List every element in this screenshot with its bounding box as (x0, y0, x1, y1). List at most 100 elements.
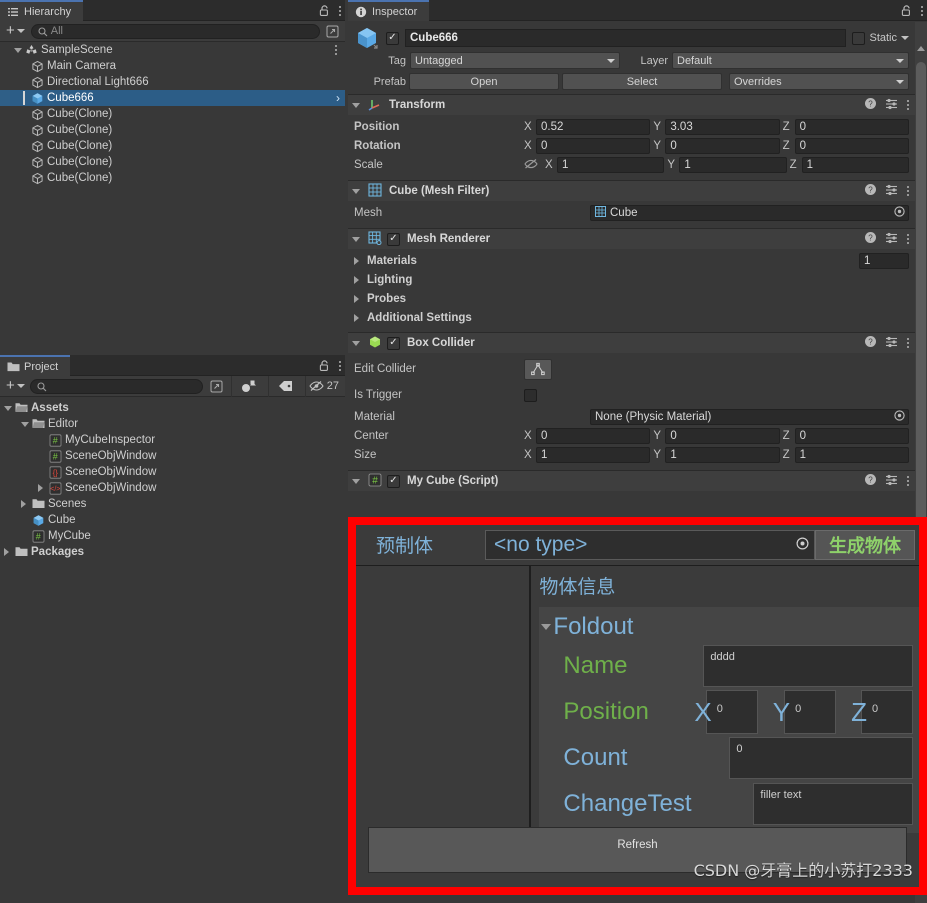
collapse-triangle-icon[interactable] (4, 405, 12, 411)
project-item-packages[interactable]: Packages (0, 544, 345, 560)
project-search-input[interactable] (29, 378, 203, 394)
preset-icon[interactable] (885, 231, 898, 247)
scale-x-field[interactable]: 1 (557, 157, 665, 173)
lock-icon[interactable] (319, 4, 330, 17)
hierarchy-item-directional-light666[interactable]: Directional Light666 (0, 74, 345, 90)
custom-editor-left-pane[interactable] (356, 566, 532, 838)
position-z-field[interactable]: 0 (794, 119, 909, 135)
component-header[interactable]: # ✓ My Cube (Script) ? (348, 471, 915, 491)
component-header[interactable]: ✓ Mesh Renderer ? (348, 229, 915, 249)
project-item-sceneobjwindow[interactable]: </> SceneObjWindow (0, 480, 345, 496)
collapse-triangle-icon[interactable] (352, 478, 360, 484)
size-y-field[interactable]: 1 (665, 447, 780, 463)
foldout-row[interactable]: Foldout (541, 611, 913, 643)
prefab-overrides-dropdown[interactable]: Overrides (729, 73, 909, 90)
constrain-proportions-icon[interactable] (524, 158, 538, 173)
expand-triangle-icon[interactable] (38, 484, 43, 492)
collapse-triangle-icon[interactable] (14, 47, 22, 53)
probes-foldout[interactable]: Probes (354, 289, 909, 308)
hierarchy-menu-icon[interactable] (338, 4, 341, 17)
layer-dropdown[interactable]: Default (672, 52, 909, 69)
hierarchy-item-cube-clone[interactable]: Cube(Clone) (0, 170, 345, 186)
tag-dropdown[interactable]: Untagged (410, 52, 620, 69)
object-picker-icon[interactable] (893, 409, 906, 425)
expand-triangle-icon[interactable] (4, 548, 9, 556)
component-header[interactable]: Cube (Mesh Filter) ? (348, 181, 915, 201)
box-collider-enabled-checkbox[interactable]: ✓ (387, 336, 400, 350)
project-add-button[interactable]: + (4, 378, 27, 393)
changetest-input[interactable]: filler text (753, 783, 913, 825)
preset-icon[interactable] (885, 183, 898, 199)
inspector-menu-icon[interactable] (920, 4, 923, 17)
collapse-triangle-icon[interactable] (541, 624, 552, 630)
size-z-field[interactable]: 1 (794, 447, 909, 463)
component-header[interactable]: ✓ Box Collider ? (348, 333, 915, 353)
lighting-foldout[interactable]: Lighting (354, 270, 909, 289)
mesh-object-field[interactable]: Cube (590, 205, 909, 221)
project-item-sceneobjwindow[interactable]: {} SceneObjWindow (0, 464, 345, 480)
materials-count-field[interactable]: 1 (859, 252, 909, 269)
static-toggle-group[interactable]: Static (852, 31, 909, 45)
position-y-input[interactable]: 0 (784, 690, 837, 734)
custom-prefab-object-field[interactable]: <no type> (485, 529, 815, 560)
component-menu-icon[interactable] (906, 233, 909, 246)
twisty[interactable] (21, 500, 32, 508)
help-icon[interactable]: ? (864, 335, 877, 351)
twisty[interactable] (38, 484, 49, 492)
project-item-sceneobjwindow[interactable]: # SceneObjWindow (0, 448, 345, 464)
is-trigger-checkbox[interactable] (524, 388, 537, 402)
component-menu-icon[interactable] (906, 185, 909, 198)
physic-material-object-field[interactable]: None (Physic Material) (590, 409, 909, 425)
project-item-cube[interactable]: Cube (0, 512, 345, 528)
help-icon[interactable]: ? (864, 97, 877, 113)
hierarchy-tree[interactable]: SampleScene Main Camera Directional Light6… (0, 42, 345, 355)
object-picker-icon[interactable] (893, 205, 906, 221)
preset-icon[interactable] (885, 97, 898, 113)
project-item-scenes[interactable]: Scenes (0, 496, 345, 512)
collapse-triangle-icon[interactable] (352, 340, 360, 346)
gameobject-enabled-checkbox[interactable]: ✓ (386, 31, 399, 45)
component-menu-icon[interactable] (906, 99, 909, 112)
materials-foldout[interactable]: Materials 1 (354, 251, 909, 270)
twisty[interactable] (4, 405, 15, 411)
tab-inspector[interactable]: Inspector (348, 0, 430, 21)
center-x-field[interactable]: 0 (536, 428, 651, 444)
component-menu-icon[interactable] (906, 337, 909, 350)
prefab-open-button[interactable]: Open (409, 73, 559, 90)
hierarchy-item-cube-clone[interactable]: Cube(Clone) (0, 138, 345, 154)
chevron-down-icon[interactable] (901, 36, 909, 40)
expand-triangle-icon[interactable] (354, 294, 359, 303)
twisty[interactable] (21, 421, 32, 427)
project-tree[interactable]: Assets Editor # MyCubeInspector # SceneObjWin… (0, 397, 345, 560)
scale-y-field[interactable]: 1 (679, 157, 787, 173)
lock-icon[interactable] (901, 4, 912, 17)
center-y-field[interactable]: 0 (665, 428, 780, 444)
scene-menu-icon[interactable] (334, 44, 337, 57)
preset-icon[interactable] (885, 335, 898, 351)
component-menu-icon[interactable] (906, 475, 909, 488)
hierarchy-item-main-camera[interactable]: Main Camera (0, 58, 345, 74)
expand-triangle-icon[interactable] (354, 256, 359, 265)
expand-triangle-icon[interactable] (354, 275, 359, 284)
size-x-field[interactable]: 1 (536, 447, 651, 463)
project-expand-icon[interactable] (208, 378, 225, 394)
hierarchy-item-samplescene[interactable]: SampleScene (0, 42, 345, 58)
project-hidden-count[interactable]: 27 (304, 375, 345, 397)
expand-triangle-icon[interactable] (21, 500, 26, 508)
help-icon[interactable]: ? (864, 183, 877, 199)
project-item-mycube[interactable]: # MyCube (0, 528, 345, 544)
object-picker-icon[interactable] (795, 533, 810, 557)
hierarchy-item-cube-clone[interactable]: Cube(Clone) (0, 122, 345, 138)
edit-collider-button[interactable] (524, 358, 552, 380)
collapse-triangle-icon[interactable] (21, 421, 29, 427)
hierarchy-search-input[interactable]: All (30, 23, 320, 39)
rotation-y-field[interactable]: 0 (665, 138, 780, 154)
hierarchy-item-cube666[interactable]: Cube666 › (0, 90, 345, 106)
hierarchy-expand-icon[interactable] (324, 23, 341, 39)
help-icon[interactable]: ? (864, 231, 877, 247)
hierarchy-item-cube-clone[interactable]: Cube(Clone) (0, 106, 345, 122)
project-item-assets[interactable]: Assets (0, 400, 345, 416)
prefab-select-button[interactable]: Select (562, 73, 722, 90)
additional-settings-foldout[interactable]: Additional Settings (354, 308, 909, 327)
count-input[interactable]: 0 (729, 737, 913, 779)
